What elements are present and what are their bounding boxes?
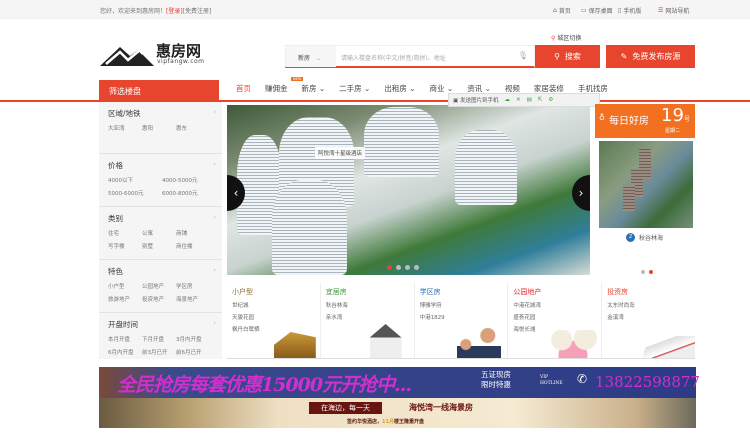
- filter-feature: 特色 › 小户型 公园地产 学区房 旅游地产 投资地产 海景地产: [99, 260, 222, 313]
- daily-house-caption[interactable]: 2 秋谷林海: [626, 233, 663, 242]
- search-input[interactable]: 请输入楼盘名称(中文/拼音/简拼)、地址: [341, 53, 446, 62]
- post-listing-button[interactable]: ✎ 免费发布房源: [606, 45, 695, 68]
- save-desktop-link[interactable]: ▭ 保存桌面: [581, 6, 613, 15]
- search-box: 新房 ⌄ 请输入楼盘名称(中文/拼音/简拼)、地址 🎙: [285, 45, 535, 68]
- filter-price: 价格 › 4000以下 4000-5000元 5000-6000元 6000-8000…: [99, 154, 222, 207]
- monitor-icon: ▭: [581, 7, 587, 14]
- seaview-banner[interactable]: 在海边，每一天 海悦湾一线海景房 签约华悦酒店，11月楼王隆重开盘: [99, 398, 696, 428]
- daily-house-image[interactable]: [599, 141, 693, 228]
- chevron-down-icon: ⌄: [316, 55, 322, 62]
- nav-new-house[interactable]: 新房 ⌄: [302, 83, 326, 94]
- filter-title: 筛选楼盘: [99, 80, 219, 101]
- logo-mountain-icon: [100, 47, 154, 66]
- edit-icon: ✎: [620, 52, 628, 61]
- daily-house-header: 每日好房 19号 星期二 ♁: [595, 104, 695, 138]
- site-nav-link[interactable]: ☰ 网站导航: [658, 6, 689, 15]
- carousel-label: 阿悦湾十星级酒店: [315, 147, 366, 159]
- nav-commission[interactable]: 赚佣金 NEW: [265, 77, 304, 94]
- promo-banner[interactable]: 全民抢房每套优惠15000元开抢中... 五证现房 限时特惠 VIP HOTLINE…: [99, 367, 700, 398]
- search-button[interactable]: ⚲ 搜索: [535, 45, 600, 68]
- daily-dots: [641, 270, 653, 274]
- chevron-right-icon[interactable]: ›: [213, 266, 216, 274]
- category-park: 公园地产 中港花城湾 盛荟花园 海悦长滩: [508, 283, 603, 358]
- badge-icon: ♁: [599, 113, 605, 122]
- category-small-unit: 小户型 世纪城 天骏花园 枫丹白鹭栖: [227, 283, 321, 358]
- microphone-icon[interactable]: 🎙: [518, 51, 528, 60]
- villa-image: [273, 332, 316, 358]
- category-school: 学区房 博雅学府 中港1829: [415, 283, 509, 358]
- phone-icon: ✆: [577, 372, 588, 386]
- new-badge: NEW: [291, 77, 304, 81]
- expand-icon[interactable]: ✕: [516, 97, 521, 103]
- category-row: 小户型 世纪城 天骏花园 枫丹白鹭栖 宜居房 秋谷林海 亲水湾 学区房 博雅学府 中港1829…: [227, 283, 695, 359]
- filter-type: 类别 › 住宅 公寓 商铺 写字楼 别墅 商住楼: [99, 207, 222, 260]
- tower-image: [364, 107, 439, 177]
- export-icon[interactable]: ⇱: [538, 97, 543, 103]
- settings-icon[interactable]: ⚙: [548, 97, 553, 103]
- carousel-dots: [387, 265, 419, 270]
- tower-image: [455, 130, 517, 205]
- category-livable: 宜居房 秋谷林海 亲水湾: [321, 283, 415, 358]
- logo[interactable]: 惠房网 vipfangw.com: [100, 40, 220, 70]
- nav-rental[interactable]: 出租房 ⌄: [384, 83, 415, 94]
- nav-second-hand[interactable]: 二手房 ⌄: [339, 83, 370, 94]
- location-pin-icon: ⚲: [551, 35, 556, 42]
- send-to-phone-button[interactable]: ▣ 发送图片到手机: [453, 96, 498, 104]
- hero-carousel[interactable]: 阿悦湾十星级酒店 ‹ ›: [227, 105, 590, 275]
- search-icon: ⚲: [554, 52, 560, 61]
- chevron-right-icon[interactable]: ›: [213, 160, 216, 168]
- students-image: [457, 328, 502, 358]
- category-investment: 投资房 太东时尚岛 金溪湾: [602, 283, 695, 358]
- carousel-dot[interactable]: [396, 265, 401, 270]
- chevron-right-icon[interactable]: ›: [213, 108, 216, 116]
- login-link[interactable]: [登录]: [166, 8, 183, 15]
- filter-opening: 开盘时间 › 本月开盘 下月开盘 3月内开盘 6月内开盘 前3月已开 前6月已开: [108, 319, 216, 356]
- register-link[interactable]: [免费注册]: [183, 8, 212, 15]
- cloud-icon[interactable]: ☁: [504, 97, 510, 103]
- welcome-text: 您好，欢迎来到惠房网！[登录][免费注册]: [100, 8, 212, 15]
- phone-icon: ▯: [618, 7, 622, 14]
- carousel-dot[interactable]: [414, 265, 419, 270]
- train-image: [642, 336, 695, 358]
- building-image: [623, 185, 635, 211]
- menu-icon: ☰: [658, 7, 664, 14]
- nav-home[interactable]: 首页: [236, 83, 251, 94]
- tower-image: [272, 180, 347, 275]
- search-type-select[interactable]: 新房 ⌄: [286, 46, 336, 67]
- top-bar: 您好，欢迎来到惠房网！[登录][免费注册] ⌂ 首页 ▭ 保存桌面 ▯ 手机版 ☰ 网站…: [0, 0, 750, 19]
- house-image: [369, 324, 402, 358]
- city-switch[interactable]: ⚲ 城区切换: [551, 33, 581, 42]
- share-toolbar: ▣ 发送图片到手机 ☁ ✕ ▤ ⇱ ⚙: [448, 93, 600, 107]
- chevron-right-icon[interactable]: ›: [213, 213, 216, 221]
- home-icon: ⌂: [553, 7, 557, 14]
- teddy-bears-image: [545, 330, 602, 358]
- carousel-dot[interactable]: [405, 265, 410, 270]
- filter-region: 区域/地铁 › 大亚湾 惠阳 惠东: [99, 102, 222, 154]
- daily-dot[interactable]: [641, 270, 645, 274]
- chevron-right-icon[interactable]: ›: [213, 319, 216, 327]
- mobile-link[interactable]: ▯ 手机版: [618, 6, 641, 15]
- carousel-dot[interactable]: [387, 265, 392, 270]
- home-link[interactable]: ⌂ 首页: [553, 6, 571, 15]
- filter-sidebar: 区域/地铁 › 大亚湾 惠阳 惠东 价格 › 4000以下 4000-5000元 5000…: [99, 102, 222, 359]
- save-icon[interactable]: ▤: [527, 97, 532, 103]
- daily-dot[interactable]: [649, 270, 653, 274]
- next-arrow-icon[interactable]: ›: [572, 175, 590, 211]
